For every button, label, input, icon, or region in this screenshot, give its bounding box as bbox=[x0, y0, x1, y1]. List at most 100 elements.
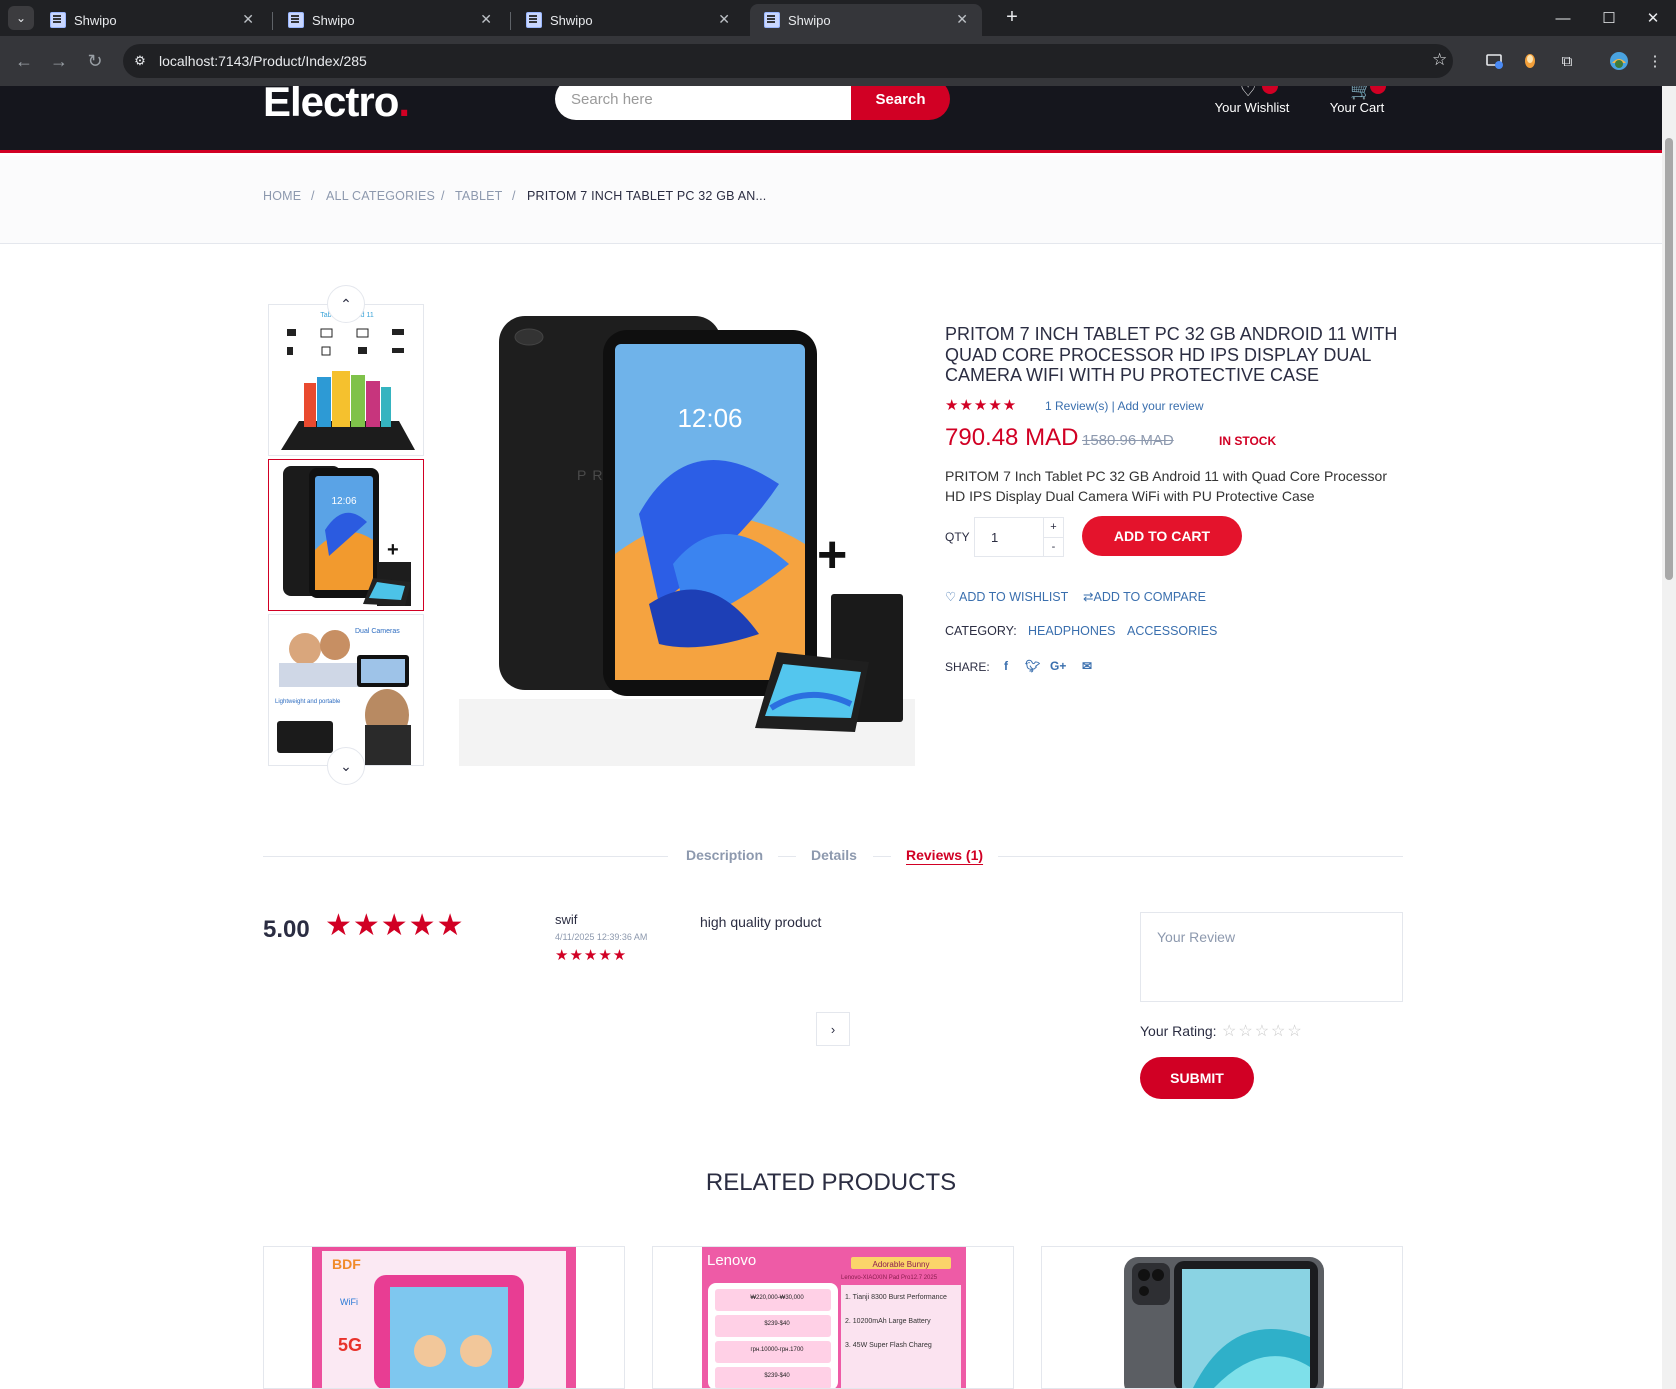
browser-tab[interactable]: Shwipo ✕ bbox=[36, 4, 268, 36]
twitter-icon[interactable]: 🐦︎ bbox=[1025, 659, 1040, 673]
product-old-price: 1580.96 MAD bbox=[1082, 432, 1174, 449]
page-icon bbox=[764, 12, 780, 28]
tab-title: Shwipo bbox=[74, 12, 117, 28]
thumbnail-2-selected[interactable]: 12:06 + bbox=[268, 459, 424, 611]
tab-divider bbox=[272, 12, 273, 30]
logo-dot: . bbox=[398, 86, 410, 125]
category-link-accessories[interactable]: ACCESSORIES bbox=[1127, 624, 1217, 638]
tab-search-button[interactable]: ⌄ bbox=[8, 6, 34, 30]
stock-status: IN STOCK bbox=[1219, 434, 1277, 448]
forward-arrow-icon[interactable]: → bbox=[45, 47, 73, 75]
add-to-wishlist-label: ADD TO WISHLIST bbox=[959, 590, 1069, 604]
add-to-wishlist-link[interactable]: ♡ ADD TO WISHLIST bbox=[945, 589, 1068, 604]
reload-icon[interactable]: ↻ bbox=[81, 47, 109, 75]
heart-icon: ♡ bbox=[945, 590, 959, 604]
thumb-screen-time: 12:06 bbox=[331, 496, 356, 507]
card-price: ₩220,000-₩30,000 bbox=[750, 1295, 804, 1301]
page-scrollbar[interactable] bbox=[1662, 86, 1676, 1389]
browser-tab-strip: ⌄ Shwipo ✕ Shwipo ✕ Shwipo ✕ Shwipo ✕ + … bbox=[0, 0, 1676, 36]
scrollbar-thumb[interactable] bbox=[1665, 138, 1673, 580]
review-text: high quality product bbox=[700, 914, 822, 930]
review-textarea[interactable]: Your Review bbox=[1140, 912, 1403, 1002]
tab-title: Shwipo bbox=[788, 12, 831, 28]
cart-link[interactable]: Your Cart bbox=[1322, 100, 1392, 115]
related-product-card[interactable]: Lenovo Adorable Bunny Lenovo-XIAOXIN Pad… bbox=[652, 1246, 1014, 1389]
tab-details[interactable]: Details bbox=[811, 847, 857, 863]
thumbnail-up-arrow-icon[interactable]: ⌃ bbox=[327, 285, 365, 323]
related-product-card[interactable]: BDF WiFi 5G bbox=[263, 1246, 625, 1389]
browser-tab[interactable]: Shwipo ✕ bbox=[512, 4, 744, 36]
facebook-icon[interactable]: f bbox=[1004, 659, 1008, 673]
thumbnail-1[interactable]: Tablet Android 11 bbox=[268, 304, 424, 456]
minimize-button[interactable]: — bbox=[1540, 0, 1586, 36]
google-plus-icon[interactable]: G+ bbox=[1050, 659, 1066, 673]
review-date: 4/11/2025 12:39:36 AM bbox=[555, 932, 648, 942]
reviews-next-page-button[interactable]: › bbox=[816, 1012, 850, 1046]
close-icon[interactable]: ✕ bbox=[480, 11, 492, 28]
maximize-button[interactable]: ☐ bbox=[1586, 0, 1632, 36]
tab-description[interactable]: Description bbox=[686, 847, 763, 863]
close-icon[interactable]: ✕ bbox=[718, 11, 730, 28]
add-to-compare-link[interactable]: ⇄ADD TO COMPARE bbox=[1083, 589, 1206, 604]
average-rating: 5.00 bbox=[263, 916, 310, 943]
card-feature: 1. Tianji 8300 Burst Performance bbox=[845, 1294, 947, 1301]
wishlist-link[interactable]: Your Wishlist bbox=[1212, 100, 1292, 115]
thumb-caption: Dual Cameras bbox=[355, 628, 400, 635]
category-label: CATEGORY: bbox=[945, 624, 1017, 638]
browser-tab-active[interactable]: Shwipo ✕ bbox=[750, 4, 982, 36]
card-brand: BDF bbox=[332, 1256, 361, 1272]
window-close-button[interactable]: ✕ bbox=[1630, 0, 1676, 36]
close-icon[interactable]: ✕ bbox=[242, 11, 254, 28]
category-link-headphones[interactable]: HEADPHONES bbox=[1028, 624, 1116, 638]
page-viewport: Electro. Search here Search ♡ Your Wishl… bbox=[0, 86, 1676, 1389]
add-to-cart-button[interactable]: ADD TO CART bbox=[1082, 516, 1242, 556]
breadcrumb-tablet[interactable]: TABLET bbox=[455, 189, 503, 203]
close-icon[interactable]: ✕ bbox=[956, 11, 968, 28]
breadcrumb-separator: / bbox=[441, 189, 445, 203]
exchange-icon: ⇄ bbox=[1083, 590, 1094, 604]
review-link[interactable]: 1 Review(s) | Add your review bbox=[1045, 399, 1204, 413]
related-product-card[interactable] bbox=[1041, 1246, 1403, 1389]
qty-decrease-button[interactable]: - bbox=[1043, 537, 1063, 556]
add-to-compare-label: ADD TO COMPARE bbox=[1093, 590, 1207, 604]
breadcrumb-separator: / bbox=[311, 189, 315, 203]
average-rating-stars: ★★★★★ bbox=[325, 909, 465, 942]
profile-avatar-icon[interactable] bbox=[1608, 50, 1630, 72]
card-feature: 2. 10200mAh Large Battery bbox=[845, 1318, 931, 1325]
tab-divider-line bbox=[998, 856, 1403, 857]
svg-text:+: + bbox=[387, 539, 399, 561]
bookmark-star-icon[interactable]: ☆ bbox=[1432, 50, 1447, 70]
extension-icon[interactable] bbox=[1519, 50, 1541, 72]
product-price: 790.48 MAD bbox=[945, 424, 1079, 451]
card-tag: Adorable Bunny bbox=[873, 1260, 930, 1269]
breadcrumb-all-categories[interactable]: ALL CATEGORIES bbox=[326, 189, 435, 203]
cart-icon[interactable]: 🛒 bbox=[1350, 86, 1372, 101]
cast-icon[interactable] bbox=[1484, 50, 1506, 72]
breadcrumb-home[interactable]: HOME bbox=[263, 189, 301, 203]
email-icon[interactable]: ✉ bbox=[1082, 659, 1092, 673]
search-button[interactable]: Search bbox=[851, 86, 950, 120]
product-main-image[interactable]: PRI 12:06 + bbox=[459, 304, 915, 766]
menu-kebab-icon[interactable]: ⋮ bbox=[1644, 50, 1666, 72]
site-info-icon[interactable]: ⚙ bbox=[131, 52, 149, 70]
site-logo[interactable]: Electro. bbox=[263, 86, 410, 126]
product-rating-stars: ★★★★★ bbox=[945, 397, 1018, 414]
thumbnail-down-arrow-icon[interactable]: ⌄ bbox=[327, 747, 365, 785]
page-icon bbox=[288, 12, 304, 28]
heart-icon[interactable]: ♡ bbox=[1240, 86, 1256, 101]
rating-star-selector[interactable]: ☆☆☆☆☆ bbox=[1222, 1021, 1304, 1041]
card-price: $239-$40 bbox=[764, 1373, 790, 1379]
product-description: PRITOM 7 Inch Tablet PC 32 GB Android 11… bbox=[945, 468, 1387, 504]
url-text[interactable]: localhost:7143/Product/Index/285 bbox=[159, 52, 367, 70]
new-tab-button[interactable]: + bbox=[1000, 6, 1024, 30]
search-input[interactable]: Search here bbox=[555, 86, 852, 120]
card-subtitle: Lenovo-XIAOXIN Pad Pro12.7 2025 bbox=[841, 1275, 938, 1281]
puzzle-icon[interactable]: ⧉ bbox=[1556, 50, 1578, 72]
thumbnail-3[interactable]: Dual Cameras Lightweight and portable bbox=[268, 614, 424, 766]
card-price: грн.10000-грн.1700 bbox=[750, 1347, 804, 1353]
browser-tab[interactable]: Shwipo ✕ bbox=[274, 4, 506, 36]
tab-reviews[interactable]: Reviews (1) bbox=[906, 847, 983, 863]
qty-increase-button[interactable]: + bbox=[1043, 518, 1063, 537]
submit-review-button[interactable]: SUBMIT bbox=[1140, 1057, 1254, 1099]
back-arrow-icon[interactable]: ← bbox=[10, 47, 38, 75]
